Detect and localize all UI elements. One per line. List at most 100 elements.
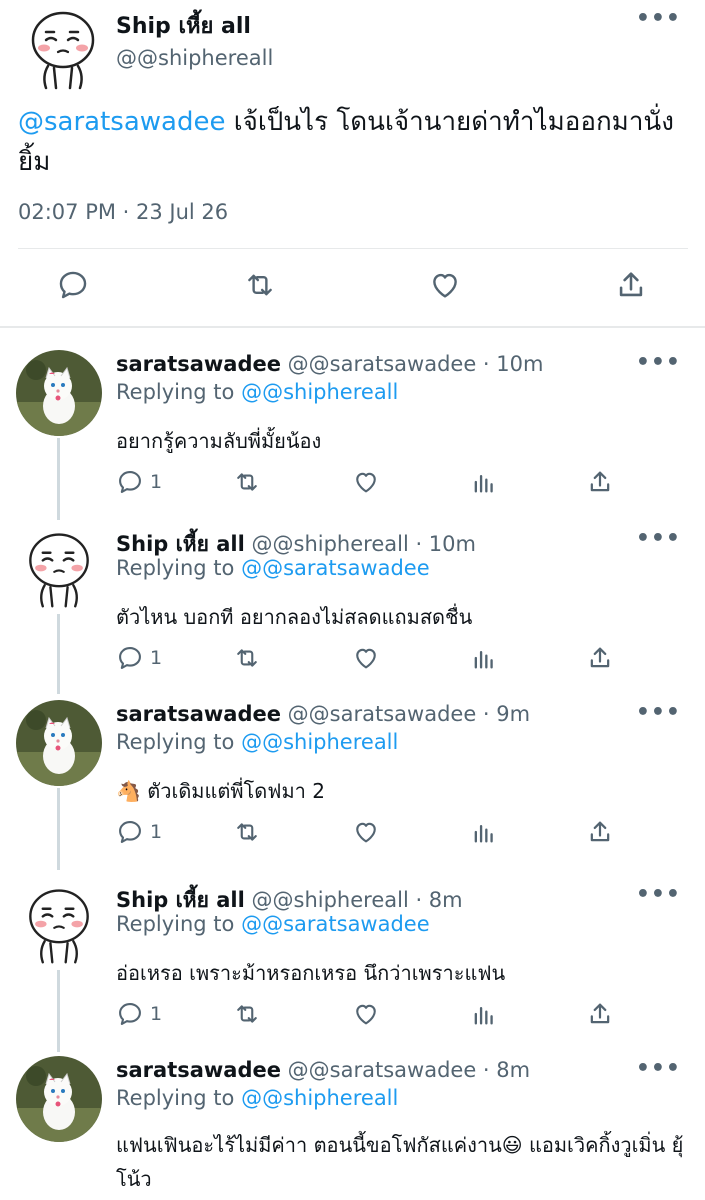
- mention-link[interactable]: @@shiphereall: [241, 380, 398, 404]
- like-button[interactable]: [428, 268, 462, 302]
- retweet-icon: [237, 1005, 257, 1023]
- avatar[interactable]: [16, 882, 102, 968]
- analytics-button[interactable]: [470, 644, 498, 672]
- avatar[interactable]: [16, 526, 102, 612]
- reply-icon: [119, 471, 141, 493]
- reply-text: ตัวไหน บอกที อยากลองไม่สลดแถมสดชื่น: [116, 605, 473, 629]
- like-icon: [356, 472, 376, 493]
- reply-actions: 1: [116, 468, 696, 498]
- thread-line: [57, 788, 60, 870]
- more-options-icon[interactable]: •••: [636, 1056, 681, 1081]
- face-avatar-icon: [16, 526, 102, 612]
- display-name[interactable]: saratsawadee: [116, 702, 281, 726]
- share-button[interactable]: [614, 268, 648, 302]
- reply-count: 1: [150, 647, 163, 669]
- like-button[interactable]: [352, 644, 380, 672]
- tweet-actions: [0, 268, 705, 308]
- avatar[interactable]: [16, 1056, 102, 1142]
- reply-text: แฟนเฟินอะไร้ไม่มีค่าา ตอนนี้ขอโฟกัสแค่งา…: [116, 1133, 684, 1191]
- handle[interactable]: @@shiphereall: [116, 46, 273, 70]
- like-button[interactable]: [352, 818, 380, 846]
- replying-to: Replying to @@saratsawadee: [116, 556, 430, 580]
- reply-icon: [119, 1003, 141, 1025]
- avatar[interactable]: [16, 700, 102, 786]
- replying-to: Replying to @@shiphereall: [116, 1086, 398, 1110]
- like-button[interactable]: [352, 468, 380, 496]
- display-name[interactable]: saratsawadee: [116, 1058, 281, 1082]
- reply-button[interactable]: 1: [116, 468, 162, 496]
- share-icon: [590, 821, 610, 842]
- retweet-button[interactable]: [232, 644, 262, 672]
- handle-time[interactable]: @@shiphereall · 8m: [245, 888, 463, 912]
- display-name[interactable]: Ship เหี้ย all: [116, 532, 245, 556]
- analytics-button[interactable]: [470, 468, 498, 496]
- reply-tweet[interactable]: Ship เหี้ย all @@shiphereall · 8m ••• Re…: [0, 882, 705, 1052]
- more-options-icon[interactable]: •••: [636, 700, 681, 725]
- replying-label: Replying to: [116, 730, 242, 754]
- reply-tweet[interactable]: saratsawadee @@saratsawadee · 8m ••• Rep…: [0, 1056, 705, 1200]
- like-icon: [356, 648, 376, 669]
- share-button[interactable]: [586, 1000, 614, 1028]
- reply-text: อยากรู้ความลับพี่มั้ยน้อง: [116, 429, 322, 453]
- reply-icon: [119, 821, 141, 843]
- mention-link[interactable]: @@shiphereall: [241, 730, 398, 754]
- tweet-text: @saratsawadee เจ้เป็นไร โดนเจ้านายด่าทำไ…: [18, 102, 688, 182]
- mention-link[interactable]: @@saratsawadee: [241, 912, 430, 936]
- analytics-button[interactable]: [470, 1000, 498, 1028]
- mention-link[interactable]: @@saratsawadee: [241, 556, 430, 580]
- replying-label: Replying to: [116, 912, 242, 936]
- display-name[interactable]: Ship เหี้ย all: [116, 888, 245, 912]
- share-button[interactable]: [586, 818, 614, 846]
- retweet-button[interactable]: [232, 1000, 262, 1028]
- reply-text: อ่อเหรอ เพราะม้าหรอกเหรอ นึกว่าเพราะแฟน: [116, 961, 506, 985]
- reply-button[interactable]: 1: [116, 1000, 162, 1028]
- divider: [0, 326, 705, 328]
- replying-to: Replying to @@shiphereall: [116, 380, 398, 404]
- timestamp[interactable]: 02:07 PM · 23 Jul 26: [18, 200, 228, 224]
- like-icon: [433, 273, 457, 298]
- like-button[interactable]: [352, 1000, 380, 1028]
- more-options-icon[interactable]: •••: [636, 526, 681, 551]
- mention-link[interactable]: @@shiphereall: [241, 1086, 398, 1110]
- handle-time[interactable]: @@shiphereall · 10m: [245, 532, 476, 556]
- reply-tweet[interactable]: saratsawadee @@saratsawadee · 10m ••• Re…: [0, 350, 705, 520]
- reply-button[interactable]: 1: [116, 818, 162, 846]
- retweet-icon: [237, 649, 257, 667]
- handle-time[interactable]: @@saratsawadee · 10m: [281, 352, 544, 376]
- avatar[interactable]: [18, 4, 108, 94]
- reply-icon: [119, 647, 141, 669]
- retweet-button[interactable]: [242, 268, 278, 302]
- share-button[interactable]: [586, 468, 614, 496]
- more-options-icon[interactable]: •••: [636, 882, 681, 907]
- avatar[interactable]: [16, 350, 102, 436]
- display-name[interactable]: saratsawadee: [116, 352, 281, 376]
- share-icon: [590, 647, 610, 668]
- replying-label: Replying to: [116, 556, 242, 580]
- retweet-icon: [237, 823, 257, 841]
- more-options-icon[interactable]: •••: [636, 350, 681, 375]
- replying-label: Replying to: [116, 1086, 242, 1110]
- share-icon: [590, 471, 610, 492]
- reply-actions: 1: [116, 818, 696, 848]
- more-options-icon[interactable]: •••: [636, 6, 681, 31]
- reply-button[interactable]: 1: [116, 644, 162, 672]
- retweet-button[interactable]: [232, 468, 262, 496]
- display-name[interactable]: Ship เหี้ย all: [116, 8, 251, 43]
- face-avatar-icon: [18, 4, 108, 94]
- share-button[interactable]: [586, 644, 614, 672]
- handle-time[interactable]: @@saratsawadee · 9m: [281, 702, 530, 726]
- handle-time[interactable]: @@saratsawadee · 8m: [281, 1058, 530, 1082]
- retweet-button[interactable]: [232, 818, 262, 846]
- mention-link[interactable]: @saratsawadee: [18, 107, 225, 137]
- retweet-icon: [248, 274, 272, 296]
- analytics-icon: [474, 475, 493, 493]
- replying-to: Replying to @@saratsawadee: [116, 912, 430, 936]
- reply-tweet[interactable]: saratsawadee @@saratsawadee · 9m ••• Rep…: [0, 700, 705, 870]
- retweet-icon: [237, 473, 257, 491]
- face-avatar-icon: [16, 882, 102, 968]
- reply-header: saratsawadee @@saratsawadee · 8m: [116, 1058, 530, 1082]
- reply-tweet[interactable]: Ship เหี้ย all @@shiphereall · 10m ••• R…: [0, 526, 705, 694]
- reply-button[interactable]: [56, 268, 90, 302]
- analytics-button[interactable]: [470, 818, 498, 846]
- main-tweet: Ship เหี้ย all @@shiphereall ••• @sarats…: [0, 0, 705, 328]
